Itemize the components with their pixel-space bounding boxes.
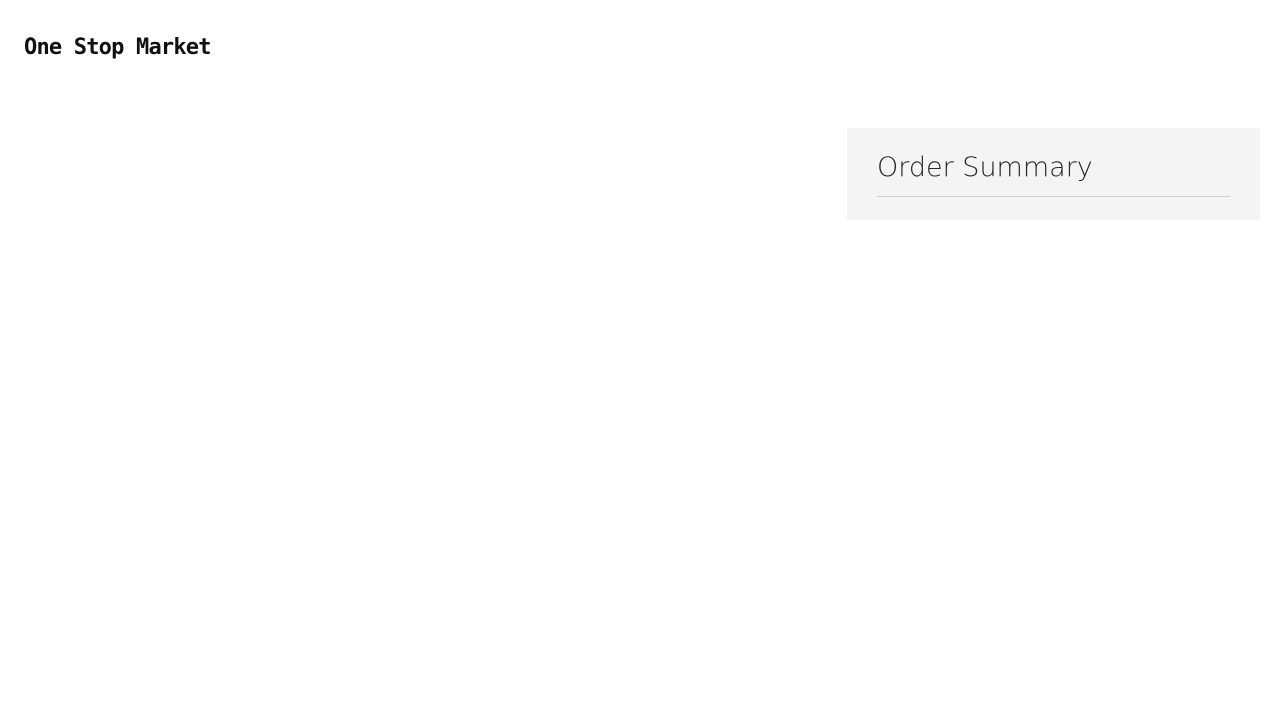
store-logo: One Stop Market bbox=[24, 35, 211, 60]
order-summary-panel: Order Summary bbox=[847, 128, 1260, 220]
order-summary-divider bbox=[877, 196, 1230, 197]
store-logo-link[interactable]: One Stop Market bbox=[24, 37, 211, 59]
order-summary-title: Order Summary bbox=[877, 152, 1093, 183]
site-header: One Stop Market bbox=[24, 28, 211, 68]
checkout-main-content: Order Summary bbox=[0, 128, 1280, 720]
checkout-page: One Stop Market Order Summary bbox=[0, 0, 1280, 720]
